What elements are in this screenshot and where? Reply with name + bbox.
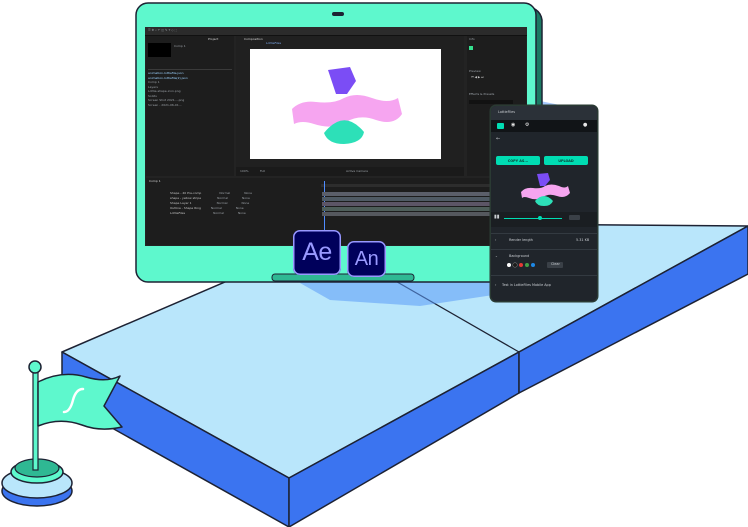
flag bbox=[1, 360, 123, 507]
illustration-stage: ☰ ✥ ⌕ ↶ ◫ ✎ T ◇ ⬚ Project Comp 1 animati… bbox=[0, 0, 748, 527]
